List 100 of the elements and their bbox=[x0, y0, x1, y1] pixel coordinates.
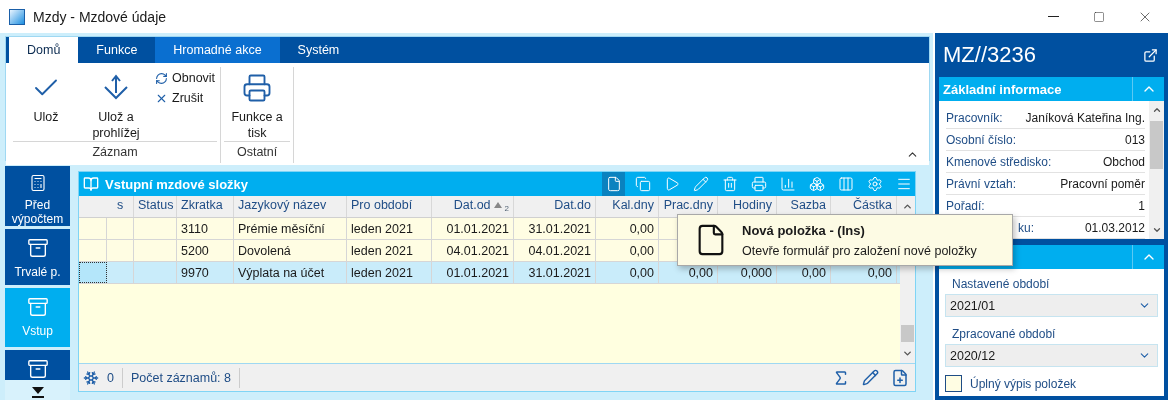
field-label: Právní vztah: bbox=[946, 176, 1017, 191]
column-header[interactable]: s bbox=[107, 196, 134, 217]
column-header[interactable]: Kal.dny bbox=[596, 196, 659, 217]
column-header[interactable]: Dat.do bbox=[514, 196, 596, 217]
table-cell: 0,00 bbox=[596, 218, 659, 239]
group-label: Ostatní bbox=[224, 141, 291, 163]
field-value: Pracovní poměr bbox=[1060, 176, 1145, 191]
nav-item[interactable] bbox=[5, 350, 70, 380]
chevron-up-icon bbox=[1151, 105, 1162, 115]
field-value: 01.03.2012 bbox=[1084, 220, 1145, 235]
trash-icon bbox=[721, 176, 738, 192]
table-cell: Výplata na účet bbox=[234, 262, 347, 283]
table-cell: 3110 bbox=[177, 218, 234, 239]
record-count: Počet záznamů: 8 bbox=[130, 367, 240, 388]
ribbon-button[interactable]: Ulož bbox=[13, 67, 79, 141]
table-cell: Dovolená bbox=[234, 240, 347, 261]
column-header[interactable]: Pro období bbox=[347, 196, 432, 217]
record-title: MZ//3236 bbox=[943, 42, 1036, 68]
table-cell: 5200 bbox=[177, 240, 234, 261]
period-dropdown[interactable]: 2020/12 bbox=[945, 344, 1158, 367]
menu-icon bbox=[895, 176, 912, 192]
table-cell: 04.01.2021 bbox=[432, 240, 514, 261]
filter-count: 0 bbox=[107, 367, 123, 388]
group-label: Záznam bbox=[13, 141, 218, 163]
ribbon-button[interactable]: Ulož a prohlížej bbox=[83, 67, 149, 141]
window-title: Mzdy - Mzdové údaje bbox=[33, 8, 168, 25]
scrollbar-thumb[interactable] bbox=[1150, 121, 1163, 169]
box-icon bbox=[26, 296, 49, 318]
maximize-icon bbox=[1093, 10, 1105, 23]
ribbon-tab[interactable]: Systém bbox=[279, 37, 358, 63]
box-icon bbox=[26, 358, 49, 380]
refresh-icon bbox=[155, 71, 168, 85]
ribbon-tab[interactable]: Hromadné akce bbox=[155, 37, 280, 63]
document-icon bbox=[605, 176, 622, 192]
ribbon-tab[interactable]: Funkce bbox=[78, 37, 156, 63]
printer-icon bbox=[242, 73, 273, 103]
scrollbar[interactable] bbox=[1149, 101, 1164, 239]
column-header[interactable]: Zkratka bbox=[177, 196, 234, 217]
table-cell: leden 2021 bbox=[347, 240, 432, 261]
ribbon-button[interactable]: Obnovit bbox=[153, 69, 218, 87]
section-header: Základní informace bbox=[939, 77, 1164, 101]
add-document-icon bbox=[891, 368, 909, 387]
pencil-icon bbox=[862, 369, 879, 386]
field-label: ku: bbox=[1018, 220, 1034, 235]
external-link-icon[interactable] bbox=[1143, 47, 1158, 63]
table-cell: leden 2021 bbox=[347, 218, 432, 239]
ribbon-button[interactable]: Funkce a tisk bbox=[224, 67, 291, 141]
table-cell: Prémie měsíční bbox=[234, 218, 347, 239]
table-cell: 0,00 bbox=[596, 262, 659, 283]
table-cell: 01.01.2021 bbox=[432, 218, 514, 239]
table-cell: 31.01.2021 bbox=[514, 262, 596, 283]
table-cell: 01.01.2021 bbox=[432, 262, 514, 283]
field-value: Janíková Kateřina Ing. bbox=[1025, 110, 1145, 125]
copy-icon bbox=[634, 176, 651, 192]
snowflake-icon bbox=[83, 369, 99, 386]
printer-icon bbox=[750, 176, 767, 192]
table-row[interactable]: 9970 Výplata na účet leden 2021 01.01.2021 31.01.2021 0,00 0,00 0,000 0,00 0,00 bbox=[79, 262, 900, 284]
field-value: 1 bbox=[1138, 198, 1145, 213]
app-icon bbox=[9, 8, 25, 25]
ribbon-tab[interactable]: Domů bbox=[9, 37, 79, 63]
scrollbar-thumb[interactable] bbox=[901, 325, 914, 342]
field-label: Kmenové středisko: bbox=[946, 154, 1052, 169]
tooltip-title: Nová položka - (Ins) bbox=[742, 222, 866, 238]
column-header[interactable]: Dat.od 2 bbox=[432, 196, 514, 217]
chevron-down-icon bbox=[1151, 225, 1162, 235]
table-cell: 9970 bbox=[177, 262, 234, 283]
toolbar-button[interactable] bbox=[602, 172, 625, 196]
pencil-icon bbox=[692, 176, 709, 192]
chevron-up-icon bbox=[902, 201, 913, 212]
row-selector[interactable] bbox=[79, 262, 107, 283]
checkbox-label: Úplný výpis položek bbox=[970, 376, 1077, 391]
field-label: Zpracované období bbox=[952, 327, 1057, 341]
settings-icon bbox=[866, 176, 883, 192]
book-icon bbox=[83, 176, 99, 192]
chevron-down-icon bbox=[902, 348, 913, 359]
columns-icon bbox=[837, 176, 854, 192]
nav-item[interactable]: Před výpočtem bbox=[5, 166, 70, 226]
nav-item[interactable]: Trvalé p. bbox=[5, 229, 70, 285]
minimize-icon bbox=[1047, 16, 1059, 17]
box-icon bbox=[26, 237, 49, 259]
grid-title: Vstupní mzdové složky bbox=[105, 176, 250, 192]
boxes-icon bbox=[808, 176, 825, 192]
checkbox[interactable] bbox=[945, 375, 962, 392]
field-value: Obchod bbox=[1102, 154, 1145, 169]
field-label: Pořadí: bbox=[946, 198, 985, 213]
period-dropdown[interactable]: 2021/01 bbox=[945, 294, 1158, 317]
column-header[interactable]: Jazykový název bbox=[234, 196, 347, 217]
ribbon-button[interactable]: Zrušit bbox=[153, 89, 218, 107]
scroll-down-button[interactable] bbox=[5, 380, 70, 400]
triangle-down-icon bbox=[30, 386, 45, 398]
field-value: 013 bbox=[1124, 132, 1145, 147]
edit-button[interactable] bbox=[860, 367, 881, 388]
table-cell: leden 2021 bbox=[347, 262, 432, 283]
table-cell: 0,00 bbox=[596, 240, 659, 261]
field-label: Nastavené období bbox=[952, 277, 1051, 291]
field-label: Osobní číslo: bbox=[946, 132, 1017, 147]
bar-chart-icon bbox=[779, 176, 796, 192]
table-cell: 31.01.2021 bbox=[514, 218, 596, 239]
field-label: Pracovník: bbox=[946, 110, 1003, 125]
column-header[interactable]: Status bbox=[134, 196, 177, 217]
